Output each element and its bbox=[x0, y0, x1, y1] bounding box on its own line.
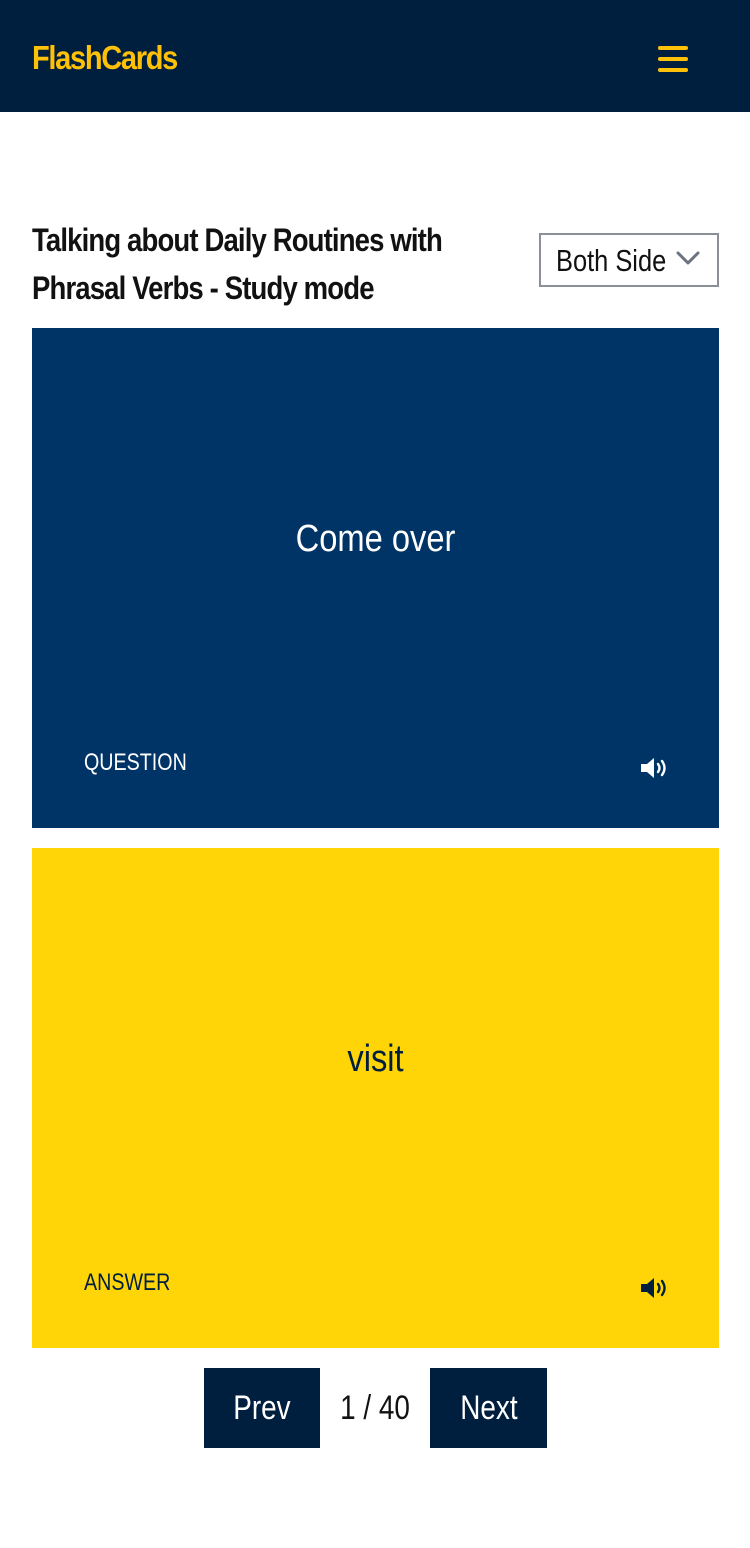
question-text: Come over bbox=[295, 518, 456, 560]
speaker-icon[interactable] bbox=[639, 756, 669, 780]
question-label: QUESTION bbox=[84, 749, 187, 776]
hamburger-menu-button[interactable] bbox=[652, 38, 694, 80]
answer-card[interactable]: visit ANSWER bbox=[32, 848, 719, 1348]
prev-button[interactable]: Prev bbox=[204, 1368, 320, 1448]
side-mode-select[interactable]: Both Side bbox=[539, 233, 719, 287]
hamburger-icon-bar bbox=[658, 57, 688, 61]
speaker-icon[interactable] bbox=[639, 1276, 669, 1300]
prev-button-label: Prev bbox=[233, 1388, 291, 1427]
hamburger-icon-bar bbox=[658, 68, 688, 72]
answer-text: visit bbox=[347, 1038, 404, 1080]
chevron-down-icon bbox=[676, 251, 700, 265]
question-card[interactable]: Come over QUESTION bbox=[32, 328, 719, 828]
hamburger-icon-bar bbox=[658, 46, 688, 50]
page-indicator: 1 / 40 bbox=[340, 1389, 410, 1427]
next-button[interactable]: Next bbox=[430, 1368, 547, 1448]
brand-logo[interactable]: FlashCards bbox=[32, 38, 178, 78]
next-button-label: Next bbox=[459, 1388, 518, 1427]
page-title: Talking about Daily Routines with Phrasa… bbox=[32, 222, 443, 306]
answer-label: ANSWER bbox=[84, 1269, 171, 1296]
top-navbar: FlashCards bbox=[0, 0, 750, 112]
side-mode-select-value: Both Side bbox=[556, 243, 667, 278]
